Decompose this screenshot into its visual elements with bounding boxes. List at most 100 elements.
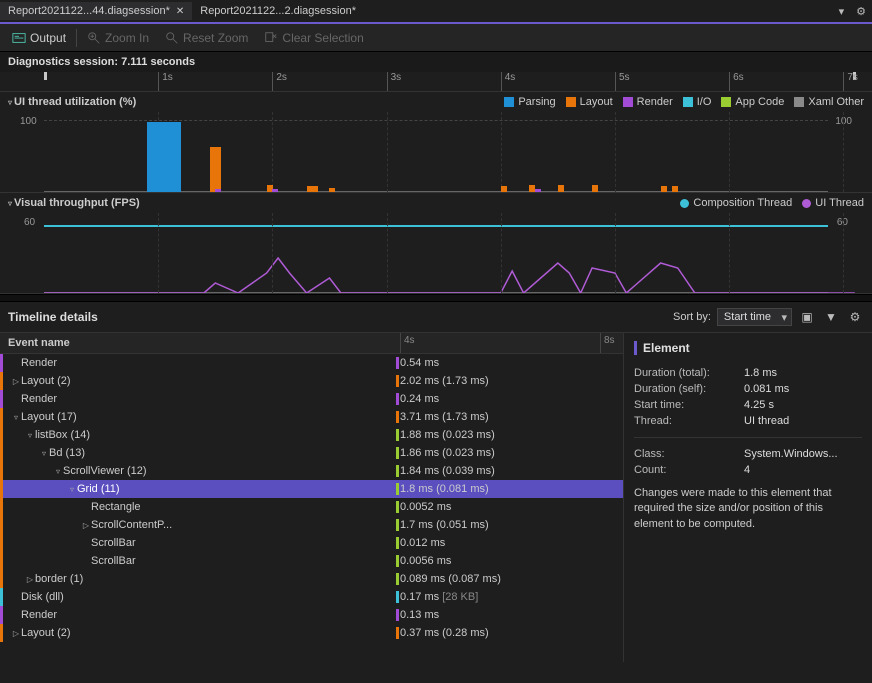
legend-item: Xaml Other [794,96,864,108]
collapse-icon[interactable]: ▿ [8,199,12,208]
row-label: Render [21,609,57,621]
bar [501,186,507,192]
tab-report-2[interactable]: Report2021122...2.diagsession* [192,2,364,20]
sort-select[interactable]: Start time [717,308,792,326]
row-label: Layout (2) [21,627,71,639]
row-label: ScrollContentP... [91,519,172,531]
panel-title: Element [634,341,862,355]
row-timing: 0.089 ms (0.087 ms) [400,573,501,585]
property-row: Duration (self):0.081 ms [634,381,862,397]
row-timing: 2.02 ms (1.73 ms) [400,375,489,387]
sort-label: Sort by: [673,311,711,323]
chevron-down-icon[interactable]: ▾ [833,5,851,18]
properties-panel: Element Duration (total):1.8 msDuration … [624,333,872,662]
bar [272,189,278,192]
bar [672,186,678,192]
legend-item: App Code [721,96,784,108]
reset-zoom-button[interactable]: Reset Zoom [159,29,254,47]
ruler-tick: 6s [729,72,744,91]
row-timing: 0.0052 ms [400,501,451,513]
expand-icon[interactable]: ▷ [25,575,35,584]
row-label: Disk (dll) [21,591,64,603]
tree-row[interactable]: ▿ScrollViewer (12)1.84 ms (0.039 ms) [0,462,623,480]
tree-row[interactable]: ScrollBar0.0056 ms [0,552,623,570]
property-row: Start time:4.25 s [634,397,862,413]
ruler-tick: 4s [501,72,516,91]
expand-icon[interactable]: ▿ [11,413,21,422]
chart-body[interactable]: 60 60 [0,213,872,293]
row-timing: 0.13 ms [400,609,439,621]
row-timing: 0.54 ms [400,357,439,369]
collapse-icon[interactable]: ▿ [8,98,12,107]
expand-icon[interactable]: ▷ [11,629,21,638]
expand-icon[interactable]: ▷ [11,377,21,386]
legend-item: Parsing [504,96,555,108]
timeline-details-header: Timeline details Sort by: Start time ▣ ▼… [0,302,872,333]
row-label: ScrollViewer (12) [63,465,147,477]
bar [592,185,598,192]
frame-selection-icon[interactable]: ▣ [798,308,816,326]
bar [535,189,541,193]
row-label: Layout (17) [21,411,77,423]
expand-icon[interactable]: ▿ [39,449,49,458]
panel-description: Changes were made to this element that r… [634,486,862,532]
ruler-tick: 1s [158,72,173,91]
gear-icon[interactable]: ⚙ [850,5,872,18]
legend: Composition ThreadUI Thread [140,197,864,209]
property-row: Duration (total):1.8 ms [634,365,862,381]
close-icon[interactable]: ✕ [176,6,184,17]
expand-icon[interactable]: ▿ [67,485,77,494]
tree-row[interactable]: ▿Layout (17)3.71 ms (1.73 ms) [0,408,623,426]
row-timing: 0.17 ms [28 KB] [400,591,478,603]
legend-item: Layout [566,96,613,108]
tree-row[interactable]: Disk (dll) 0.17 ms [28 KB] [0,588,623,606]
ruler-tick: 5s [615,72,630,91]
row-label: listBox (14) [35,429,90,441]
output-button[interactable]: Output [6,29,72,47]
detail-tick: 8s [600,333,618,353]
legend-item: I/O [683,96,712,108]
tree-row[interactable]: ▿Bd (13)1.86 ms (0.023 ms) [0,444,623,462]
filter-icon[interactable]: ▼ [822,308,840,326]
expand-icon[interactable]: ▷ [81,521,91,530]
row-timing: 0.012 ms [400,537,445,549]
expand-icon[interactable]: ▿ [53,467,63,476]
row-timing: 0.24 ms [400,393,439,405]
row-label: Grid (11) [77,483,120,495]
zoom-in-button[interactable]: Zoom In [81,29,155,47]
settings-icon[interactable]: ⚙ [846,308,864,326]
bar [215,147,221,193]
tree-row[interactable]: Render0.24 ms [0,390,623,408]
detail-ruler[interactable]: 4s8s [200,333,623,353]
row-label: Rectangle [91,501,141,513]
ruler-start-mark[interactable] [44,72,47,80]
row-label: Layout (2) [21,375,71,387]
row-timing: 0.37 ms (0.28 ms) [400,627,489,639]
row-timing: 1.88 ms (0.023 ms) [400,429,495,441]
time-ruler[interactable]: 1s2s3s4s5s6s7s [0,72,872,92]
tree-row[interactable]: ▷Layout (2) 0.37 ms (0.28 ms) [0,624,623,642]
tree-row[interactable]: ▷ScrollContentP...1.7 ms (0.051 ms) [0,516,623,534]
tree-row[interactable]: Render0.54 ms [0,354,623,372]
chart-body[interactable]: 100 100 [0,112,872,192]
row-label: ScrollBar [91,537,136,549]
tree-row[interactable]: Rectangle 0.0052 ms [0,498,623,516]
tree-row[interactable]: ▿Grid (11)1.8 ms (0.081 ms) [0,480,623,498]
expand-icon[interactable]: ▿ [25,431,35,440]
tree-row[interactable]: ScrollBar 0.012 ms [0,534,623,552]
splitter[interactable] [0,294,872,302]
tree-row[interactable]: ▿listBox (14) 1.88 ms (0.023 ms) [0,426,623,444]
tab-label: Report2021122...2.diagsession* [200,5,356,17]
tree-row[interactable]: Render 0.13 ms [0,606,623,624]
legend-item: Render [623,96,673,108]
tree-row[interactable]: ▷Layout (2) 2.02 ms (1.73 ms) [0,372,623,390]
tree-rows[interactable]: Render0.54 ms▷Layout (2)2.02 ms (1.73 ms… [0,354,623,662]
bar [312,186,318,192]
ruler-tick: 7s [843,72,858,91]
ui-thread-chart: ▿ UI thread utilization (%) ParsingLayou… [0,92,872,193]
column-event-name[interactable]: Event name [0,333,200,353]
tab-report-1[interactable]: Report2021122...44.diagsession* ✕ [0,2,192,20]
tree-row[interactable]: ▷border (1)0.089 ms (0.087 ms) [0,570,623,588]
clear-selection-button[interactable]: Clear Selection [258,29,369,47]
toolbar: Output Zoom In Reset Zoom Clear Selectio… [0,24,872,52]
